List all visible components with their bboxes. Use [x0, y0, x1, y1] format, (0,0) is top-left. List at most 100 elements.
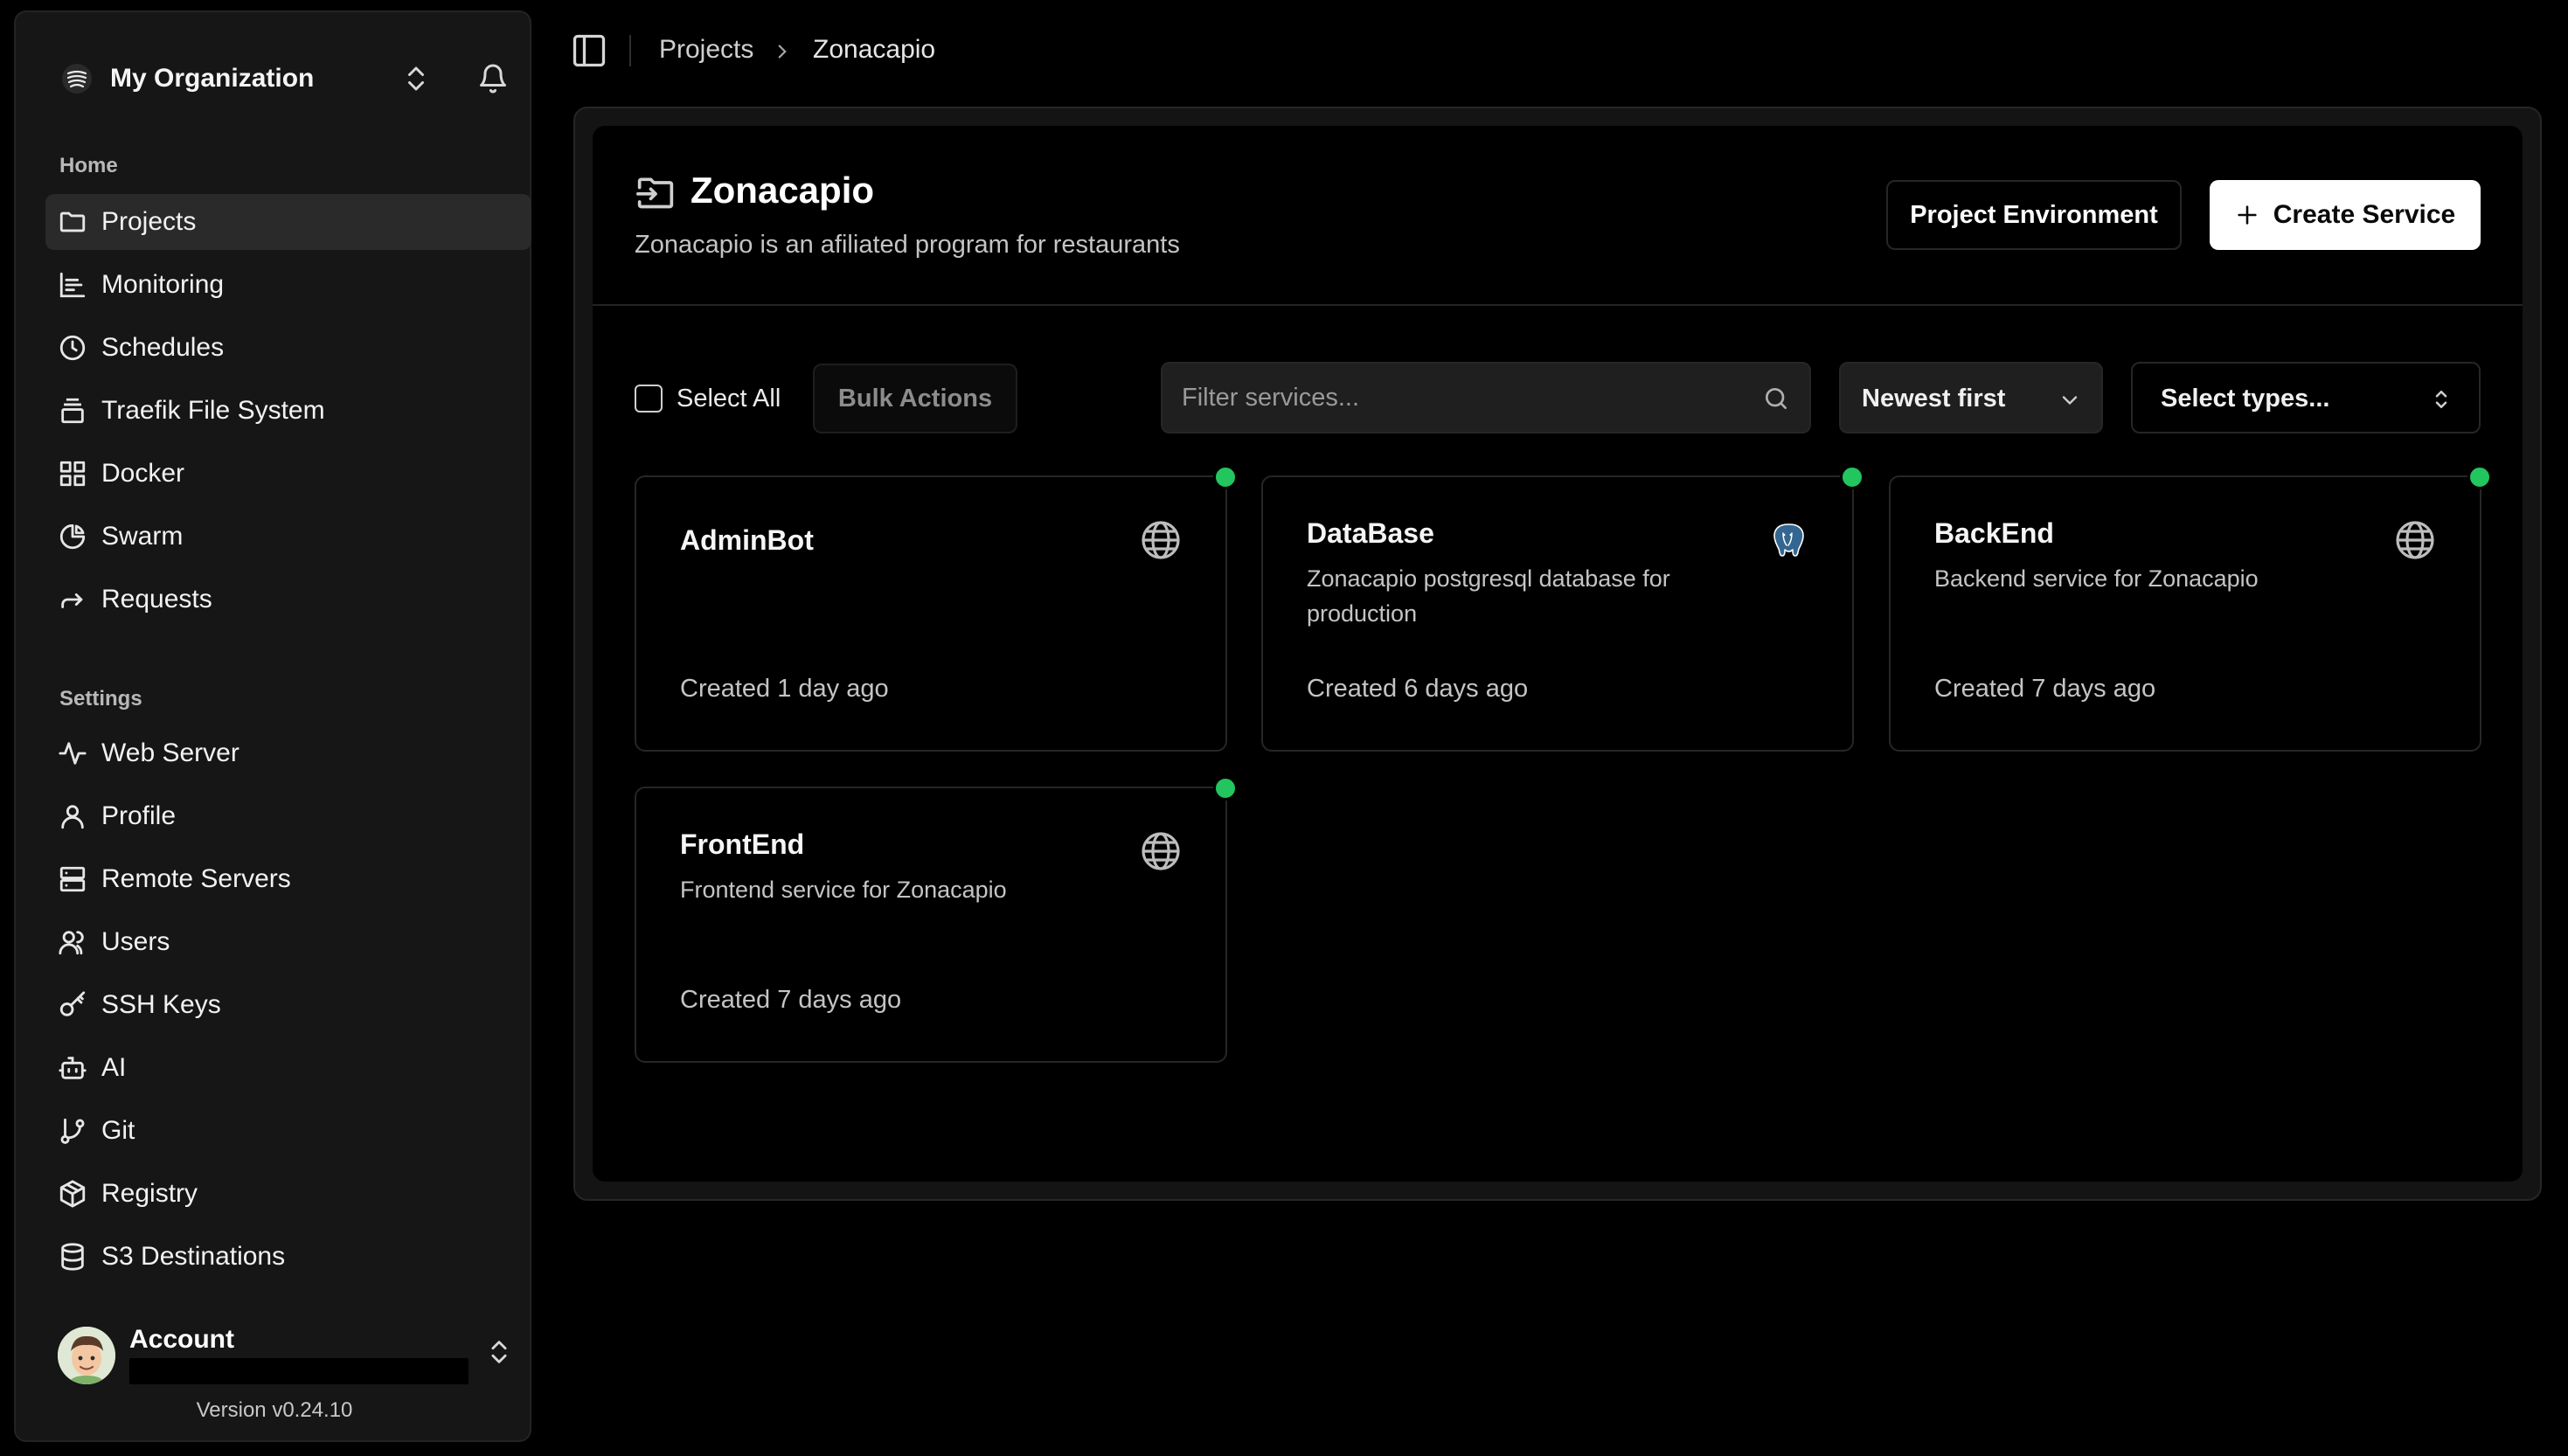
globe-icon	[1142, 521, 1180, 559]
service-name: FrontEnd	[680, 829, 805, 860]
layers-icon	[61, 398, 84, 424]
sidebar-item-remote-servers[interactable]: Remote Servers	[45, 851, 531, 907]
sidebar-item-label: Web Server	[101, 738, 239, 767]
sidebar-item-requests[interactable]: Requests	[45, 572, 531, 627]
bot-icon	[59, 1057, 87, 1079]
type-filter-value: Select types...	[2161, 385, 2330, 413]
sidebar-item-projects[interactable]: Projects	[45, 194, 531, 250]
status-indicator	[1213, 465, 1238, 489]
sidebar-item-label: Profile	[101, 801, 177, 830]
folder-input-icon	[635, 177, 674, 209]
account-email-redacted	[129, 1358, 468, 1384]
sidebar-item-label: Remote Servers	[101, 864, 291, 893]
service-name: AdminBot	[680, 524, 814, 556]
sidebar-item-swarm[interactable]: Swarm	[45, 509, 531, 565]
database-icon	[61, 1243, 84, 1271]
plus-icon	[2238, 205, 2257, 225]
select-all-label[interactable]: Select All	[677, 385, 781, 413]
activity-icon	[59, 742, 87, 765]
postgres-icon	[1773, 523, 1804, 557]
sidebar: My Organization Home Projects Monitoring…	[14, 10, 531, 1442]
page-title: Zonacapio	[691, 170, 875, 211]
sidebar-item-ai[interactable]: AI	[45, 1040, 531, 1096]
service-card-backend[interactable]: BackEnd Backend service for Zonacapio Cr…	[1889, 465, 2492, 752]
sidebar-item-label: Git	[101, 1116, 135, 1145]
create-service-button[interactable]: Create Service	[2210, 180, 2481, 250]
avatar	[58, 1327, 115, 1384]
status-indicator	[2467, 465, 2492, 489]
divider	[593, 304, 2523, 306]
sort-value: Newest first	[1862, 385, 2006, 413]
users-icon	[59, 931, 84, 955]
org-logo-icon	[62, 64, 92, 94]
folder-icon	[59, 211, 86, 232]
sidebar-item-label: Schedules	[101, 333, 225, 362]
sidebar-item-registry[interactable]: Registry	[45, 1166, 531, 1222]
sidebar-item-label: Docker	[101, 459, 185, 488]
globe-icon	[2396, 521, 2434, 559]
chevrons-up-down-icon	[2435, 391, 2447, 408]
service-created: Created 6 days ago	[1307, 675, 1529, 703]
project-description: Zonacapio is an afiliated program for re…	[635, 231, 1180, 259]
status-indicator	[1840, 465, 1864, 489]
bell-icon[interactable]	[477, 63, 509, 94]
chevron-right-icon	[778, 45, 787, 59]
pie-icon	[59, 523, 86, 550]
service-name: BackEnd	[1934, 517, 2054, 549]
divider	[629, 35, 631, 66]
service-name: DataBase	[1307, 517, 1434, 549]
bulk-actions-button[interactable]: Bulk Actions	[813, 364, 1017, 433]
sidebar-item-label: Registry	[101, 1179, 198, 1208]
chevron-down-icon	[2062, 396, 2078, 406]
organization-switcher[interactable]: My Organization	[44, 51, 506, 107]
sidebar-item-s3-destinations[interactable]: S3 Destinations	[45, 1229, 531, 1285]
sidebar-item-docker[interactable]: Docker	[45, 446, 531, 502]
service-card-adminbot[interactable]: AdminBot Created 1 day ago	[635, 465, 1238, 752]
user-icon	[61, 805, 84, 829]
service-description: Zonacapio postgresql database for produc…	[1307, 565, 1670, 627]
chevrons-up-down-icon[interactable]	[400, 63, 432, 94]
sidebar-item-users[interactable]: Users	[45, 914, 531, 970]
sidebar-item-monitoring[interactable]: Monitoring	[45, 257, 531, 313]
service-card-frontend[interactable]: FrontEnd Frontend service for Zonacapio …	[635, 776, 1238, 1063]
sidebar-item-label: Swarm	[101, 522, 184, 551]
account-label: Account	[129, 1325, 234, 1354]
sidebar-item-schedules[interactable]: Schedules	[45, 320, 531, 376]
sidebar-item-label: Projects	[101, 207, 197, 236]
sidebar-item-profile[interactable]: Profile	[45, 788, 531, 844]
search-input[interactable]	[1180, 379, 1739, 416]
chevrons-up-down-icon[interactable]	[484, 1337, 514, 1367]
sidebar-item-label: Traefik File System	[101, 396, 325, 425]
section-title-home: Home	[59, 154, 118, 177]
breadcrumb-projects[interactable]: Projects	[659, 35, 753, 65]
status-indicator	[1213, 776, 1238, 801]
org-name: My Organization	[110, 64, 315, 93]
sidebar-item-label: AI	[101, 1053, 127, 1082]
search-icon	[1766, 388, 1787, 409]
blocks-icon	[59, 461, 86, 487]
sidebar-item-label: S3 Destinations	[101, 1242, 286, 1271]
sort-select[interactable]: Newest first	[1839, 362, 2103, 433]
git-branch-icon	[60, 1118, 85, 1144]
service-created: Created 1 day ago	[680, 675, 889, 703]
chart-icon	[59, 272, 86, 298]
type-filter-select[interactable]: Select types...	[2131, 362, 2481, 433]
service-description: Backend service for Zonacapio	[1934, 565, 2259, 592]
breadcrumb-current: Zonacapio	[813, 35, 936, 64]
package-icon	[59, 1180, 86, 1208]
project-environment-button[interactable]: Project Environment	[1886, 180, 2182, 250]
sidebar-item-ssh-keys[interactable]: SSH Keys	[45, 977, 531, 1033]
version-label: Version v0.24.10	[196, 1398, 353, 1422]
filter-services-field	[1161, 362, 1811, 433]
service-created: Created 7 days ago	[680, 986, 902, 1014]
select-all-checkbox[interactable]	[635, 385, 663, 413]
sidebar-item-git[interactable]: Git	[45, 1103, 531, 1159]
service-card-database[interactable]: DataBase Zonacapio postgresql database f…	[1261, 465, 1864, 752]
account-menu[interactable]: Account	[44, 1311, 523, 1390]
sidebar-item-label: Users	[101, 927, 170, 956]
sidebar-item-traefik[interactable]: Traefik File System	[45, 383, 531, 439]
sidebar-item-web-server[interactable]: Web Server	[45, 725, 531, 781]
sidebar-item-label: Requests	[101, 585, 212, 614]
sidebar-toggle-icon[interactable]	[570, 31, 608, 70]
server-icon	[59, 866, 86, 892]
